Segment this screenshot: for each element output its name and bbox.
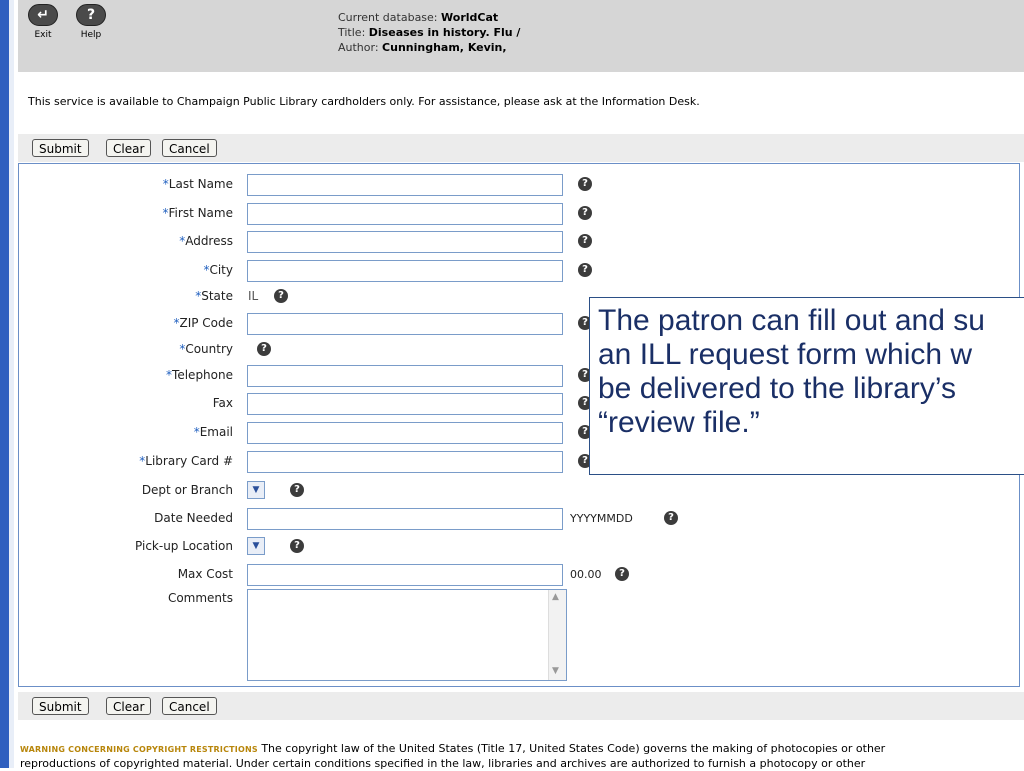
state-value: IL xyxy=(248,289,259,303)
library-card-input[interactable] xyxy=(247,451,563,473)
date-format-hint: YYYYMMDD xyxy=(570,512,633,525)
row-address: *Address ? xyxy=(19,229,1019,253)
row-max-cost: Max Cost 00.00 ? xyxy=(19,562,1019,586)
first-name-input[interactable] xyxy=(247,203,563,225)
left-window-margin xyxy=(9,0,14,768)
bottom-button-row: Submit Clear Cancel xyxy=(18,692,1024,720)
cancel-button-top[interactable]: Cancel xyxy=(162,139,217,157)
callout-line-3: be delivered to the library’s xyxy=(598,372,956,405)
scroll-up-icon[interactable]: ▲ xyxy=(552,592,559,602)
service-notice: This service is available to Champaign P… xyxy=(28,95,700,108)
row-last-name: *Last Name ? xyxy=(19,172,1019,196)
zip-label: *ZIP Code xyxy=(173,316,233,330)
help-icon[interactable]: ? xyxy=(290,483,304,497)
author-prefix: Author: xyxy=(338,41,379,54)
address-label: *Address xyxy=(179,234,233,248)
db-value: WorldCat xyxy=(441,11,499,24)
exit-button[interactable]: ↵ Exit xyxy=(26,4,60,40)
clear-button-top[interactable]: Clear xyxy=(106,139,152,157)
title-value: Diseases in history. Flu / xyxy=(368,26,521,39)
zip-input[interactable] xyxy=(247,313,563,335)
submit-button-top[interactable]: Submit xyxy=(32,139,89,157)
row-pickup: Pick-up Location ▼ ? xyxy=(19,534,1019,558)
country-label: *Country xyxy=(179,342,233,356)
max-cost-label: Max Cost xyxy=(177,567,233,581)
header-bar: ↵ Exit ? Help Current database: WorldCat… xyxy=(18,0,1024,72)
exit-icon: ↵ xyxy=(28,4,58,26)
callout-line-4: “review file.” xyxy=(598,406,760,439)
fax-label: Fax xyxy=(212,396,233,410)
first-name-label: *First Name xyxy=(162,206,233,220)
warning-text-2: reproductions of copyrighted material. U… xyxy=(20,757,866,770)
city-label: *City xyxy=(203,263,233,277)
max-cost-input[interactable] xyxy=(247,564,563,586)
dept-branch-label: Dept or Branch xyxy=(141,483,233,497)
comments-label: Comments xyxy=(167,591,233,605)
help-icon[interactable]: ? xyxy=(664,511,678,525)
email-label: *Email xyxy=(193,425,233,439)
left-window-border xyxy=(0,0,9,768)
help-icon[interactable]: ? xyxy=(290,539,304,553)
copyright-warning: WARNING CONCERNING COPYRIGHT RESTRICTION… xyxy=(20,742,1020,771)
pickup-select[interactable]: ▼ xyxy=(247,537,265,555)
row-dept-branch: Dept or Branch ▼ ? xyxy=(19,478,1019,502)
author-value: Cunningham, Kevin, xyxy=(382,41,507,54)
comments-scrollbar[interactable]: ▲ ▼ xyxy=(548,590,566,680)
submit-button-bottom[interactable]: Submit xyxy=(32,697,89,715)
clear-button-bottom[interactable]: Clear xyxy=(106,697,152,715)
row-first-name: *First Name ? xyxy=(19,201,1019,225)
cancel-button-bottom[interactable]: Cancel xyxy=(162,697,217,715)
callout-line-2: an ILL request form which w xyxy=(598,338,973,371)
state-label: *State xyxy=(195,289,233,303)
chevron-down-icon: ▼ xyxy=(252,541,260,551)
max-cost-hint: 00.00 xyxy=(570,568,602,581)
last-name-input[interactable] xyxy=(247,174,563,196)
help-icon[interactable]: ? xyxy=(257,342,271,356)
warning-heading: WARNING CONCERNING COPYRIGHT RESTRICTION… xyxy=(20,745,258,754)
help-label: Help xyxy=(80,30,102,40)
help-icon[interactable]: ? xyxy=(578,177,592,191)
date-needed-input[interactable] xyxy=(247,508,563,530)
help-icon[interactable]: ? xyxy=(615,567,629,581)
row-city: *City ? xyxy=(19,258,1019,282)
help-button[interactable]: ? Help xyxy=(74,4,108,40)
warning-text: The copyright law of the United States (… xyxy=(257,742,886,755)
pickup-label: Pick-up Location xyxy=(135,539,233,553)
chevron-down-icon: ▼ xyxy=(252,485,260,495)
help-icon: ? xyxy=(76,4,106,26)
title-prefix: Title: xyxy=(338,26,366,39)
row-date-needed: Date Needed YYYYMMDD ? xyxy=(19,506,1019,530)
annotation-callout: The patron can fill out and su an ILL re… xyxy=(589,297,1024,475)
date-needed-label: Date Needed xyxy=(154,511,233,525)
record-metadata: Current database: WorldCat Title: Diseas… xyxy=(338,10,520,55)
dept-branch-select[interactable]: ▼ xyxy=(247,481,265,499)
last-name-label: *Last Name xyxy=(162,177,233,191)
telephone-label: *Telephone xyxy=(166,368,233,382)
telephone-input[interactable] xyxy=(247,365,563,387)
scroll-down-icon[interactable]: ▼ xyxy=(552,666,559,676)
email-input[interactable] xyxy=(247,422,563,444)
top-button-row: Submit Clear Cancel xyxy=(18,134,1024,162)
library-card-label: *Library Card # xyxy=(139,454,233,468)
db-prefix: Current database: xyxy=(338,11,438,24)
exit-label: Exit xyxy=(34,30,52,40)
help-icon[interactable]: ? xyxy=(274,289,288,303)
city-input[interactable] xyxy=(247,260,563,282)
fax-input[interactable] xyxy=(247,393,563,415)
help-icon[interactable]: ? xyxy=(578,263,592,277)
help-icon[interactable]: ? xyxy=(578,206,592,220)
callout-line-1: The patron can fill out and su xyxy=(598,304,985,337)
address-input[interactable] xyxy=(247,231,563,253)
comments-textarea[interactable]: ▲ ▼ xyxy=(247,589,567,681)
help-icon[interactable]: ? xyxy=(578,234,592,248)
